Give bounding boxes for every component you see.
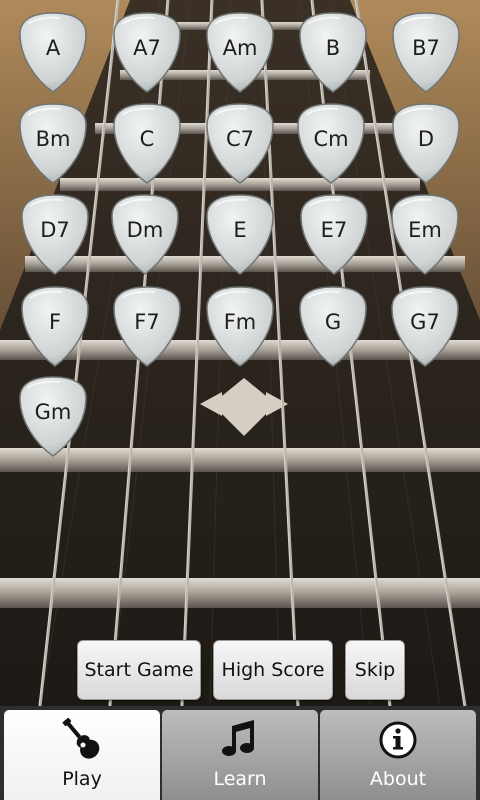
chord-pick-label: Em [408, 218, 442, 242]
tab-about-label: About [369, 768, 427, 790]
chord-pick-fm[interactable]: Fm [203, 284, 277, 368]
chord-pick-label: Bm [35, 127, 71, 151]
high-score-button[interactable]: High Score [213, 640, 333, 700]
start-game-button[interactable]: Start Game [77, 640, 201, 700]
chord-pick-label: G [324, 310, 342, 334]
chord-pick-cm[interactable]: Cm [294, 101, 368, 185]
tab-about[interactable]: About [320, 710, 476, 800]
chord-pick-am[interactable]: Am [203, 10, 277, 94]
tab-learn[interactable]: Learn [162, 710, 318, 800]
chord-pick-label: E [233, 218, 247, 242]
guitar-icon [60, 718, 104, 762]
skip-button[interactable]: Skip [345, 640, 405, 700]
chord-pick-label: Cm [313, 127, 349, 151]
chord-pick-label: Dm [126, 218, 164, 242]
chord-pick-label: Am [222, 36, 258, 60]
chord-pick-c7[interactable]: C7 [203, 101, 277, 185]
chord-pick-e[interactable]: E [203, 192, 277, 276]
chord-pick-bm[interactable]: Bm [16, 101, 90, 185]
chord-pick-label: Fm [223, 310, 257, 334]
chord-pick-label: F7 [134, 310, 160, 334]
chord-pick-f7[interactable]: F7 [110, 284, 184, 368]
chord-pick-c[interactable]: C [110, 101, 184, 185]
chord-pick-f[interactable]: F [18, 284, 92, 368]
tab-bar: Play Learn About [0, 706, 480, 800]
music-note-icon [218, 718, 262, 762]
chord-pick-a7[interactable]: A7 [110, 10, 184, 94]
chord-pick-d7[interactable]: D7 [18, 192, 92, 276]
chord-pick-label: C [139, 127, 155, 151]
chord-pick-label: B7 [412, 36, 440, 60]
tab-play[interactable]: Play [4, 710, 160, 800]
chord-pick-dm[interactable]: Dm [108, 192, 182, 276]
chord-pick-label: Gm [34, 400, 72, 424]
chord-pick-label: D [417, 127, 435, 151]
chord-pick-label: A7 [133, 36, 161, 60]
chord-pick-gm[interactable]: Gm [16, 374, 90, 458]
chord-pick-label: A [45, 36, 61, 60]
chord-pick-b[interactable]: B [296, 10, 370, 94]
chord-pick-label: G7 [410, 310, 440, 334]
chord-pick-label: D7 [40, 218, 70, 242]
chord-pick-g[interactable]: G [296, 284, 370, 368]
info-icon [376, 718, 420, 762]
chord-pick-d[interactable]: D [389, 101, 463, 185]
chord-pick-label: F [48, 310, 62, 334]
chord-pick-label: B [325, 36, 341, 60]
tab-learn-label: Learn [213, 768, 267, 790]
tab-play-label: Play [62, 768, 102, 790]
chord-pick-g7[interactable]: G7 [388, 284, 462, 368]
chord-pick-label: E7 [320, 218, 348, 242]
chord-pick-a[interactable]: A [16, 10, 90, 94]
chord-pick-e7[interactable]: E7 [297, 192, 371, 276]
chord-pick-label: C7 [225, 127, 255, 151]
app-screen: A A7 Am B B7 Bm C C7 Cm D D7 Dm E E7 Em F F7 Fm G G7 Gm Star… [0, 0, 480, 800]
chord-pick-b7[interactable]: B7 [389, 10, 463, 94]
chord-pick-em[interactable]: Em [388, 192, 462, 276]
